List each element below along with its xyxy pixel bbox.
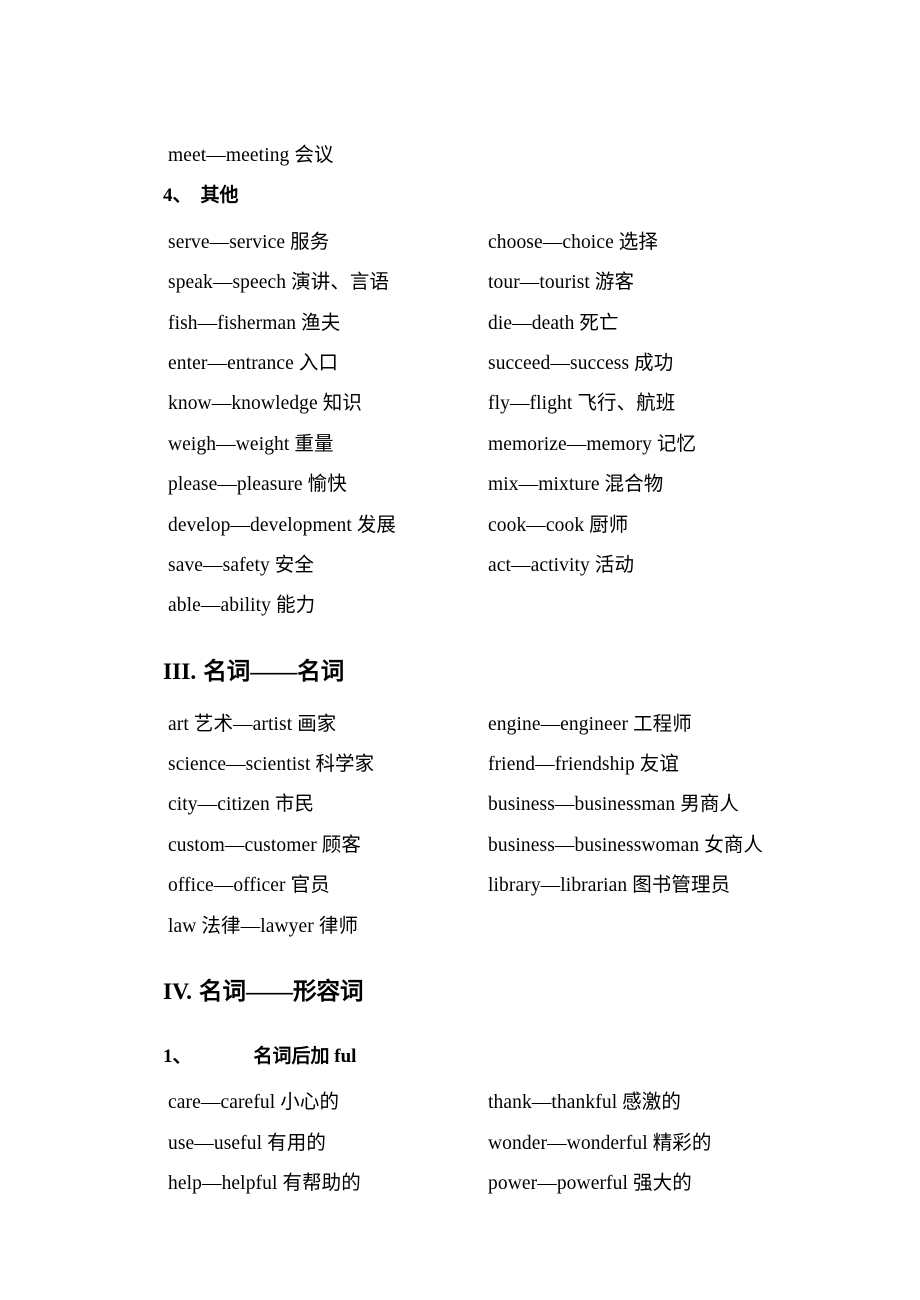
word-pair: business—businesswoman 女商人 [488,834,764,856]
document-page: meet—meeting 会议 4、 其他 serve—service 服务 ch… [0,0,920,1300]
word-pair: power—powerful 强大的 [488,1173,692,1195]
word-pair: engine—engineer 工程师 [488,713,692,735]
section-title: 名词——名词 [203,658,345,685]
word-pair: weigh—weight 重量 [168,433,334,455]
subsection-title: 其他 [200,185,239,207]
word-pair: cook—cook 厨师 [488,514,629,536]
document-content: meet—meeting 会议 4、 其他 serve—service 服务 ch… [163,136,863,1205]
word-pair: wonder—wonderful 精彩的 [488,1132,712,1154]
section-heading-4: IV. 名词——形容词 [163,961,863,1015]
text-row: save—safety 安全 act—activity 活动 [163,546,863,586]
word-pair: know—knowledge 知识 [168,393,362,415]
text-row: able—ability 能力 [163,586,863,626]
word-pair: custom—customer 顾客 [168,834,361,856]
subsection-heading-4: 4、 其他 [163,176,863,216]
subsection-title: 名词后加 ful [253,1046,357,1068]
word-pair: develop—development 发展 [168,514,397,536]
word-pair: library—librarian 图书管理员 [488,875,731,897]
section-numeral: III. [163,658,197,685]
text-row: know—knowledge 知识 fly—flight 飞行、航班 [163,384,863,424]
text-row: office—officer 官员 library—librarian 图书管理… [163,866,863,906]
section-heading-3: III. 名词——名词 [163,641,863,695]
word-pair: save—safety 安全 [168,554,314,576]
word-pair: memorize—memory 记忆 [488,433,697,455]
section-title: 名词——形容词 [198,979,364,1006]
word-pair: fly—flight 飞行、航班 [488,393,676,415]
text-row: care—careful 小心的 thank—thankful 感激的 [163,1083,863,1123]
section-numeral: IV. [163,979,192,1006]
word-pair: act—activity 活动 [488,554,635,576]
word-pair: enter—entrance 入口 [168,352,339,374]
word-pair: office—officer 官员 [168,875,330,897]
word-pair: meet—meeting 会议 [168,145,334,166]
text-row: use—useful 有用的 wonder—wonderful 精彩的 [163,1124,863,1164]
word-pair: art 艺术—artist 画家 [168,713,337,735]
word-pair: care—careful 小心的 [168,1092,340,1114]
text-row: serve—service 服务 choose—choice 选择 [163,223,863,263]
word-pair: business—businessman 男商人 [488,794,740,816]
text-row: city—citizen 市民 business—businessman 男商人 [163,785,863,825]
word-pair: thank—thankful 感激的 [488,1092,681,1114]
word-pair: help—helpful 有帮助的 [168,1173,361,1195]
word-pair: die—death 死亡 [488,312,619,334]
word-pair: succeed—success 成功 [488,352,674,374]
text-row: custom—customer 顾客 business—businesswoma… [163,826,863,866]
text-row: law 法律—lawyer 律师 [163,907,863,947]
text-row: meet—meeting 会议 [163,136,863,176]
text-row: enter—entrance 入口 succeed—success 成功 [163,344,863,384]
subsection-number: 4、 [163,185,192,207]
word-pair: able—ability 能力 [168,595,316,617]
text-row: fish—fisherman 渔夫 die—death 死亡 [163,304,863,344]
word-pair: tour—tourist 游客 [488,272,635,294]
word-pair: science—scientist 科学家 [168,754,375,776]
text-row: develop—development 发展 cook—cook 厨师 [163,506,863,546]
word-pair: city—citizen 市民 [168,794,315,816]
text-row: weigh—weight 重量 memorize—memory 记忆 [163,425,863,465]
word-pair: use—useful 有用的 [168,1132,326,1154]
subsection-heading-1: 1、 名词后加 ful [163,1037,863,1077]
word-pair: law 法律—lawyer 律师 [168,915,359,937]
word-pair: fish—fisherman 渔夫 [168,312,341,334]
text-row: art 艺术—artist 画家 engine—engineer 工程师 [163,705,863,745]
subsection-number: 1、 [163,1046,192,1068]
word-pair: friend—friendship 友谊 [488,754,680,776]
word-pair: please—pleasure 愉快 [168,474,347,496]
word-pair: speak—speech 演讲、言语 [168,272,390,294]
word-pair: mix—mixture 混合物 [488,474,664,496]
word-pair: choose—choice 选择 [488,231,659,253]
text-row: speak—speech 演讲、言语 tour—tourist 游客 [163,263,863,303]
word-pair: serve—service 服务 [168,231,330,253]
text-row: please—pleasure 愉快 mix—mixture 混合物 [163,465,863,505]
text-row: help—helpful 有帮助的 power—powerful 强大的 [163,1164,863,1204]
text-row: science—scientist 科学家 friend—friendship … [163,745,863,785]
